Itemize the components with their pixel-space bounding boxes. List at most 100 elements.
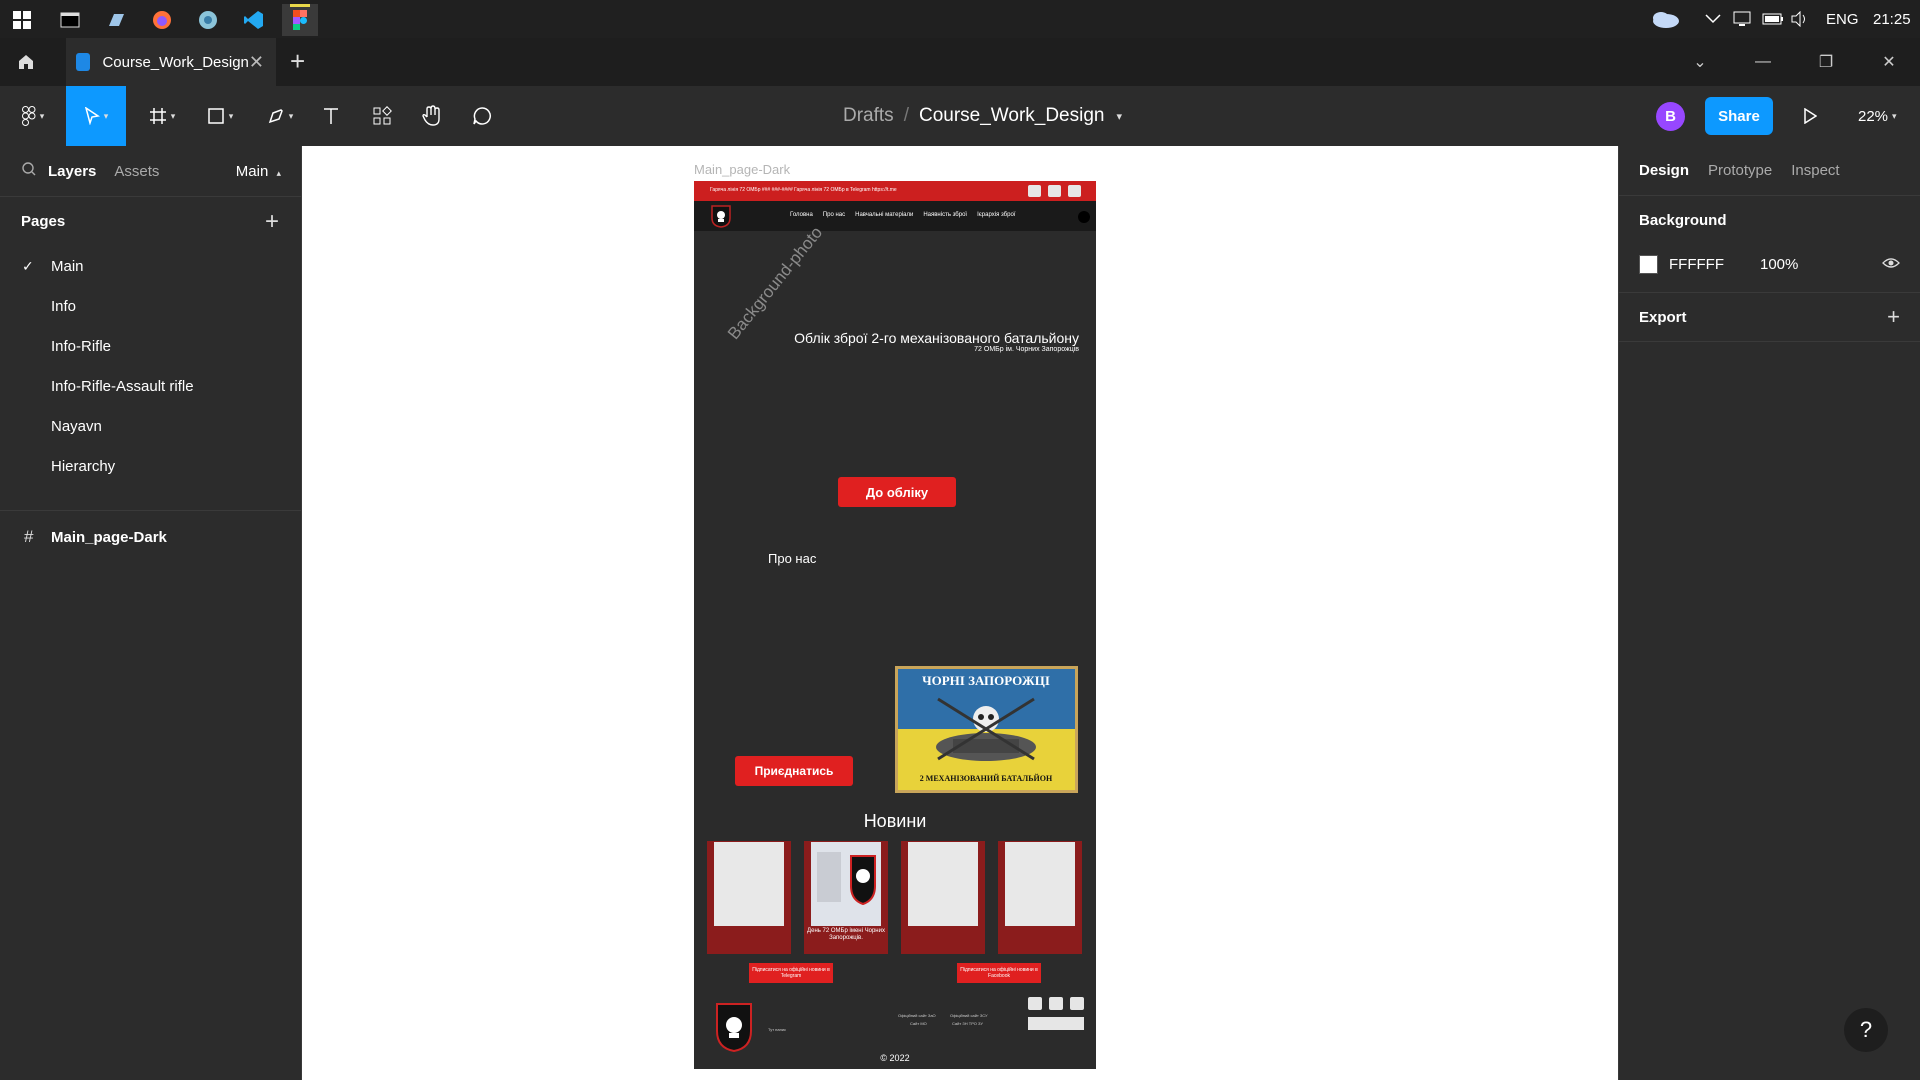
main-menu-button[interactable]: ▾ xyxy=(8,86,58,146)
pen-tool[interactable]: ▾ xyxy=(256,86,304,146)
frame-navbar: Головна Про нас Навчальні матеріали Наяв… xyxy=(694,201,1096,231)
brigade-logo-icon xyxy=(711,205,731,228)
news-image-placeholder xyxy=(1005,842,1075,926)
eye-icon[interactable] xyxy=(1882,256,1900,273)
figma-icon[interactable] xyxy=(282,4,318,36)
home-icon[interactable] xyxy=(0,38,52,86)
page-selector[interactable]: Main ▴ xyxy=(236,163,281,180)
new-tab-button[interactable]: + xyxy=(290,46,305,77)
shape-tool[interactable]: ▾ xyxy=(196,86,244,146)
file-tab-label: Course_Work_Design xyxy=(102,53,249,71)
color-swatch[interactable] xyxy=(1639,254,1658,274)
pages-title: Pages xyxy=(21,213,66,230)
comment-icon xyxy=(473,107,491,125)
footer-logo-icon xyxy=(716,1003,752,1053)
zoom-chevron-icon: ▾ xyxy=(1892,110,1897,121)
zoom-menu[interactable]: 22% ▾ xyxy=(1858,86,1897,146)
hotline-text: Гаряча лінія 72 ОМБр ### ###-#### Гаряча… xyxy=(710,187,897,193)
background-fill-row: FFFFFF 100% xyxy=(1619,244,1920,284)
components-icon xyxy=(373,106,392,125)
layer-main-page-dark[interactable]: # Main_page-Dark xyxy=(0,517,301,557)
close-tab-icon[interactable]: ✕ xyxy=(249,52,264,73)
add-export-icon[interactable]: + xyxy=(1887,304,1900,330)
resources-tool[interactable] xyxy=(364,86,400,146)
cta-button: До обліку xyxy=(838,477,956,507)
footer-text: Тут напис xyxy=(768,1027,786,1032)
help-button[interactable]: ? xyxy=(1844,1008,1888,1052)
news-card xyxy=(901,841,985,954)
pen-icon xyxy=(268,109,283,124)
tab-inspect[interactable]: Inspect xyxy=(1791,162,1839,179)
battery-icon[interactable] xyxy=(1762,0,1784,38)
search-icon[interactable] xyxy=(22,162,36,180)
page-item-label: Info-Rifle-Assault rifle xyxy=(51,377,194,395)
vscode-icon[interactable] xyxy=(236,4,272,36)
share-button[interactable]: Share xyxy=(1705,97,1773,135)
language-indicator[interactable]: ENG xyxy=(1826,0,1859,38)
background-photo-placeholder: Background-photo xyxy=(724,223,827,343)
onedrive-icon[interactable] xyxy=(1650,0,1680,38)
restore-button[interactable]: ❐ xyxy=(1796,38,1856,86)
tab-layers[interactable]: Layers xyxy=(48,163,96,180)
move-tool[interactable]: ▾ xyxy=(66,86,126,146)
present-button[interactable] xyxy=(1792,86,1828,146)
network-icon[interactable] xyxy=(1733,0,1753,38)
background-section: Background FFFFFF 100% xyxy=(1619,196,1920,293)
nav-link: Ієрархія зброї xyxy=(977,212,1016,218)
firefox-icon[interactable] xyxy=(144,4,180,36)
minimize-button[interactable]: — xyxy=(1733,38,1793,86)
text-tool[interactable] xyxy=(314,86,348,146)
news-card xyxy=(998,841,1082,954)
right-sidebar: Design Prototype Inspect Background FFFF… xyxy=(1618,146,1920,1080)
left-sidebar: Layers Assets Main ▴ Pages + ✓ Main Info… xyxy=(0,146,302,1080)
social-icon xyxy=(1028,997,1042,1010)
page-item-label: Main xyxy=(51,257,84,275)
tab-design[interactable]: Design xyxy=(1639,162,1689,179)
figma-toolbar: ▾ ▾ ▾ ▾ ▾ Drafts / Course_Work_Design ▾ … xyxy=(0,86,1920,146)
page-item-hierarchy[interactable]: Hierarchy xyxy=(0,446,301,486)
left-panel-tabs: Layers Assets Main ▴ xyxy=(0,146,301,196)
chevron-down-icon[interactable]: ⌄ xyxy=(1670,38,1730,86)
close-window-button[interactable]: ✕ xyxy=(1859,38,1919,86)
frame-label[interactable]: Main_page-Dark xyxy=(694,162,790,177)
chromium-icon[interactable] xyxy=(190,4,226,36)
frame-top-bar: Гаряча лінія 72 ОМБр ### ###-#### Гаряча… xyxy=(694,181,1096,201)
export-section: Export + xyxy=(1619,293,1920,342)
canvas[interactable]: Main_page-Dark Гаряча лінія 72 ОМБр ### … xyxy=(302,146,1618,1080)
volume-icon[interactable] xyxy=(1790,0,1810,38)
background-opacity-input[interactable]: 100% xyxy=(1760,256,1880,273)
background-hex-input[interactable]: FFFFFF xyxy=(1669,256,1760,273)
tab-assets[interactable]: Assets xyxy=(114,163,159,180)
file-menu-chevron-icon[interactable]: ▾ xyxy=(1116,110,1122,123)
footer-link: Офіційний сайт ЗСУ xyxy=(950,1013,988,1018)
frame-main-page-dark[interactable]: Гаряча лінія 72 ОМБр ### ###-#### Гаряча… xyxy=(694,181,1096,1069)
hand-icon xyxy=(422,105,440,126)
tab-prototype[interactable]: Prototype xyxy=(1708,162,1772,179)
add-page-icon[interactable]: + xyxy=(265,208,279,236)
pages-header: Pages + xyxy=(0,196,301,246)
page-item-info[interactable]: Info xyxy=(0,286,301,326)
comment-tool[interactable] xyxy=(464,86,500,146)
page-item-info-rifle[interactable]: Info-Rifle xyxy=(0,326,301,366)
breadcrumb-drafts[interactable]: Drafts xyxy=(843,105,894,127)
page-item-main[interactable]: ✓ Main xyxy=(0,246,301,286)
play-icon xyxy=(1804,108,1817,124)
windows-taskbar: ENG 21:25 xyxy=(0,0,1920,38)
rectangle-icon xyxy=(207,108,224,124)
copyright: © 2022 xyxy=(880,1053,910,1063)
frame-tool[interactable]: ▾ xyxy=(138,86,186,146)
hero-title: Облік зброї 2-го механізованого батальйо… xyxy=(794,330,1079,346)
page-item-nayavn[interactable]: Nayavn xyxy=(0,406,301,446)
social-icon xyxy=(1068,185,1081,197)
file-explorer-icon[interactable] xyxy=(98,4,134,36)
layer-label: Main_page-Dark xyxy=(51,528,167,546)
windows-start-icon[interactable] xyxy=(4,4,40,36)
avatar[interactable]: B xyxy=(1656,102,1685,131)
file-tab[interactable]: Course_Work_Design ✕ xyxy=(66,38,276,86)
hand-tool[interactable] xyxy=(414,86,450,146)
terminal-icon[interactable] xyxy=(52,4,88,36)
page-item-info-rifle-assault-rifle[interactable]: Info-Rifle-Assault rifle xyxy=(0,366,301,406)
tray-chevron-icon[interactable] xyxy=(1705,0,1721,38)
file-name[interactable]: Course_Work_Design xyxy=(919,105,1105,127)
clock[interactable]: 21:25 xyxy=(1873,0,1911,38)
